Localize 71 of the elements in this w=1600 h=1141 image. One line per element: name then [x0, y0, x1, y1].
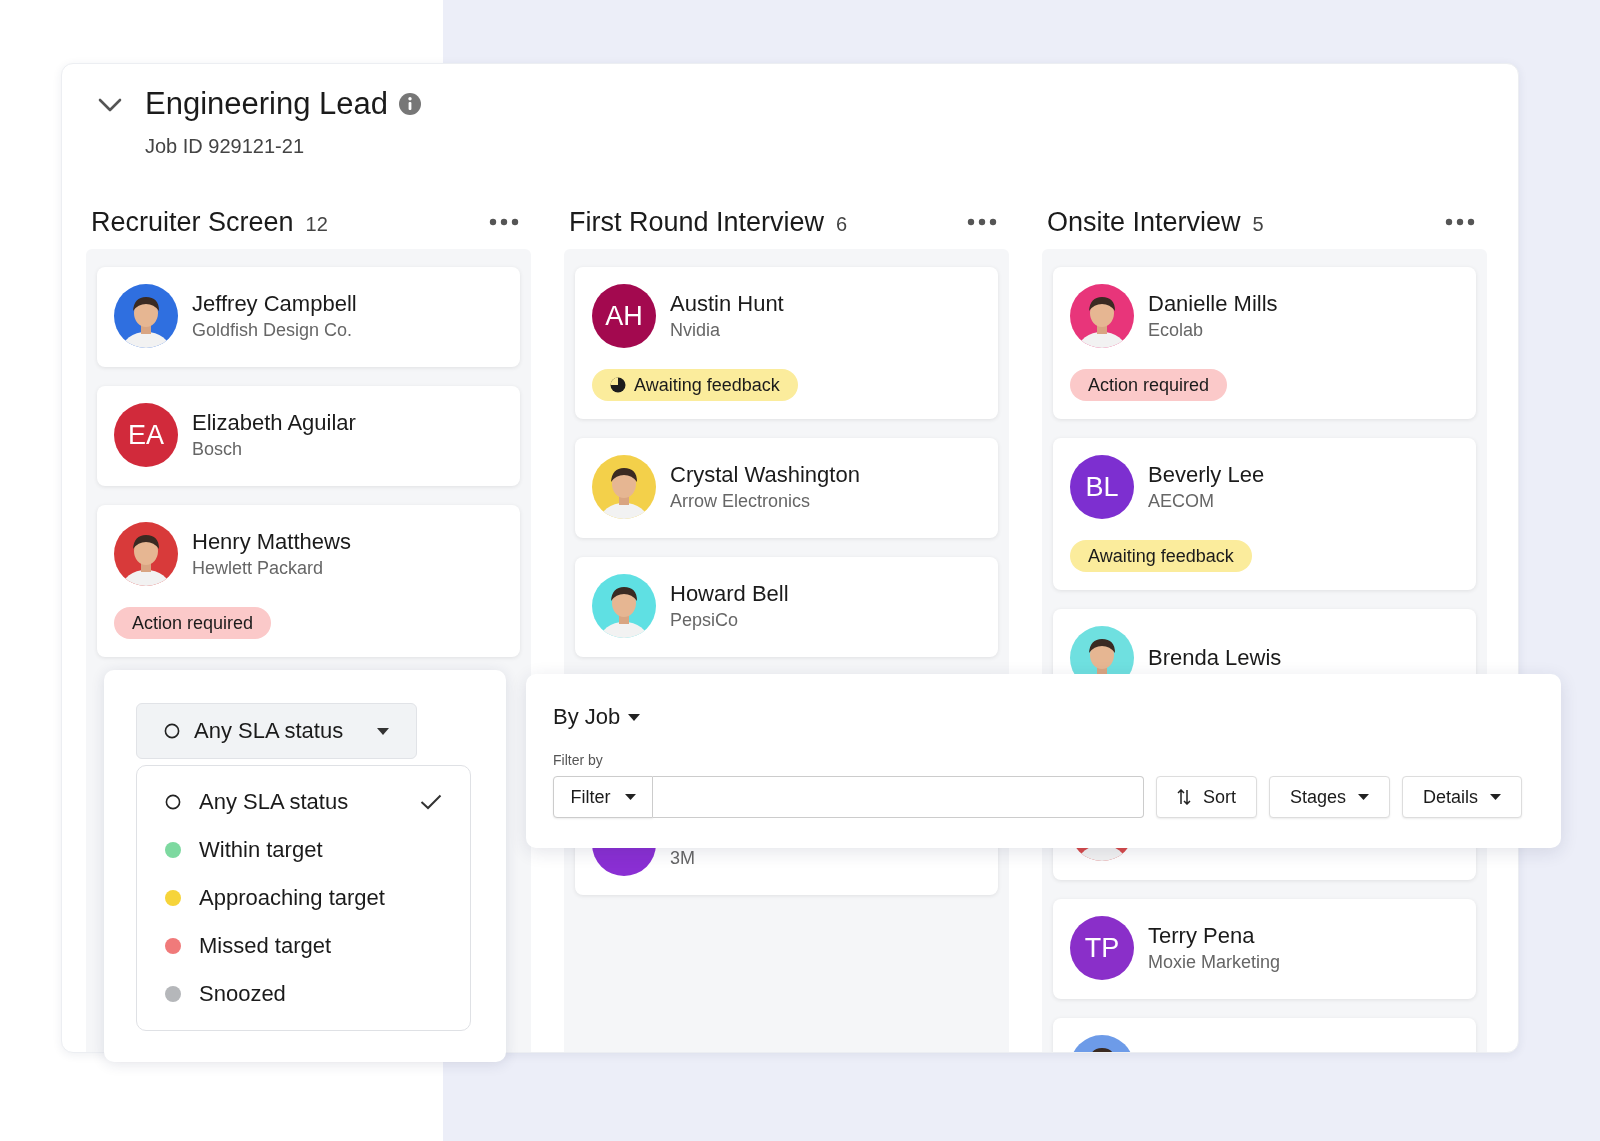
candidate-card[interactable]: Henry Matthews Hewlett Packard Action required — [97, 505, 520, 657]
menu-item[interactable]: Snoozed — [137, 970, 470, 1018]
status-badge: Awaiting feedback — [592, 369, 798, 401]
company-name: Bosch — [192, 438, 244, 461]
pie-icon — [610, 377, 626, 393]
avatar: TP — [1070, 916, 1134, 980]
company-name: Ecolab — [1148, 319, 1205, 342]
ring-icon — [164, 723, 180, 739]
menu-item[interactable]: Approaching target — [137, 874, 470, 922]
column-title: Onsite Interview — [1047, 206, 1241, 239]
candidate-name: Elizabeth Aguilar — [192, 409, 356, 437]
candidate-name: Austin Hunt — [670, 290, 784, 318]
status-badge: Action required — [114, 607, 272, 639]
candidate-name: Beverly Lee — [1148, 461, 1265, 489]
company-name: Arrow Electronics — [670, 490, 812, 513]
caret-icon — [1357, 794, 1369, 800]
filter-input[interactable] — [653, 776, 1144, 818]
candidate-card[interactable]: BL Beverly Lee AECOM Awaiting feedback — [1053, 438, 1476, 590]
filter-dropdown[interactable]: Filter — [553, 776, 654, 818]
candidate-card[interactable]: Howard Bell PepsiCo — [575, 557, 998, 657]
caret-icon — [624, 794, 636, 800]
company-name: Hewlett Packard — [192, 557, 325, 580]
candidate-name: Terry Pena — [1148, 922, 1256, 950]
column-title: Recruiter Screen — [91, 206, 294, 239]
menu-item[interactable]: Missed target — [137, 922, 470, 970]
filter-label: Filter by — [553, 752, 604, 768]
candidate-card[interactable]: Jeffrey Campbell Goldfish Design Co. — [97, 267, 520, 367]
ring-icon — [165, 794, 181, 810]
info-icon[interactable] — [398, 92, 423, 116]
sort-icon — [1176, 789, 1191, 805]
status-badge: Action required — [1070, 369, 1228, 401]
company-name: Goldfish Design Co. — [192, 319, 354, 342]
more-icon[interactable] — [1445, 218, 1475, 226]
caret-icon — [377, 727, 389, 735]
avatar: EA — [114, 403, 178, 467]
candidate-name: Brenda Lewis — [1148, 644, 1282, 672]
candidate-card[interactable]: Crystal Washington Arrow Electronics — [575, 438, 998, 538]
candidate-name: Henry Matthews — [192, 528, 351, 556]
company-name: PepsiCo — [670, 609, 740, 632]
toolbar-button[interactable]: Sort — [1155, 776, 1257, 818]
avatar: AH — [592, 284, 656, 348]
menu-item[interactable]: Any SLA status — [137, 778, 470, 826]
count-label: 6 — [836, 213, 848, 236]
job-title: Engineering Lead — [145, 86, 389, 122]
candidate-name: Howard Bell — [670, 580, 789, 608]
caret-icon — [1490, 794, 1501, 800]
company-name: Nvidia — [670, 319, 722, 342]
toolbar-button[interactable]: Stages — [1268, 776, 1390, 818]
view-dropdown[interactable]: By Job — [553, 704, 641, 730]
more-icon[interactable] — [967, 218, 997, 226]
status-badge: Awaiting feedback — [1070, 540, 1252, 572]
menu-item[interactable]: Within target — [137, 826, 470, 874]
candidate-card[interactable]: AH Austin Hunt Nvidia Awaiting feedback — [575, 267, 998, 419]
count-label: 12 — [305, 213, 328, 236]
company-name: Moxie Marketing — [1148, 951, 1281, 974]
candidate-name: Crystal Washington — [670, 461, 860, 489]
company-name: AECOM — [1148, 490, 1215, 513]
company-name: 3M — [670, 847, 695, 870]
column-title: First Round Interview — [569, 206, 825, 239]
caret-icon — [628, 713, 641, 721]
candidate-card[interactable]: TP Terry Pena Moxie Marketing — [1053, 899, 1476, 999]
avatar: BL — [1070, 455, 1134, 519]
candidate-name: Jeffrey Campbell — [192, 290, 357, 318]
candidate-name: Danielle Mills — [1148, 290, 1278, 318]
candidate-card[interactable]: Danielle Mills Ecolab Action required — [1053, 267, 1476, 419]
count-label: 5 — [1252, 213, 1264, 236]
sla-select[interactable]: Any SLA status — [136, 703, 417, 759]
job-id: Job ID 929121-21 — [145, 134, 305, 158]
toolbar-button[interactable]: Details — [1401, 776, 1522, 818]
candidate-card[interactable]: EA Elizabeth Aguilar Bosch — [97, 386, 520, 486]
more-icon[interactable] — [489, 218, 519, 226]
